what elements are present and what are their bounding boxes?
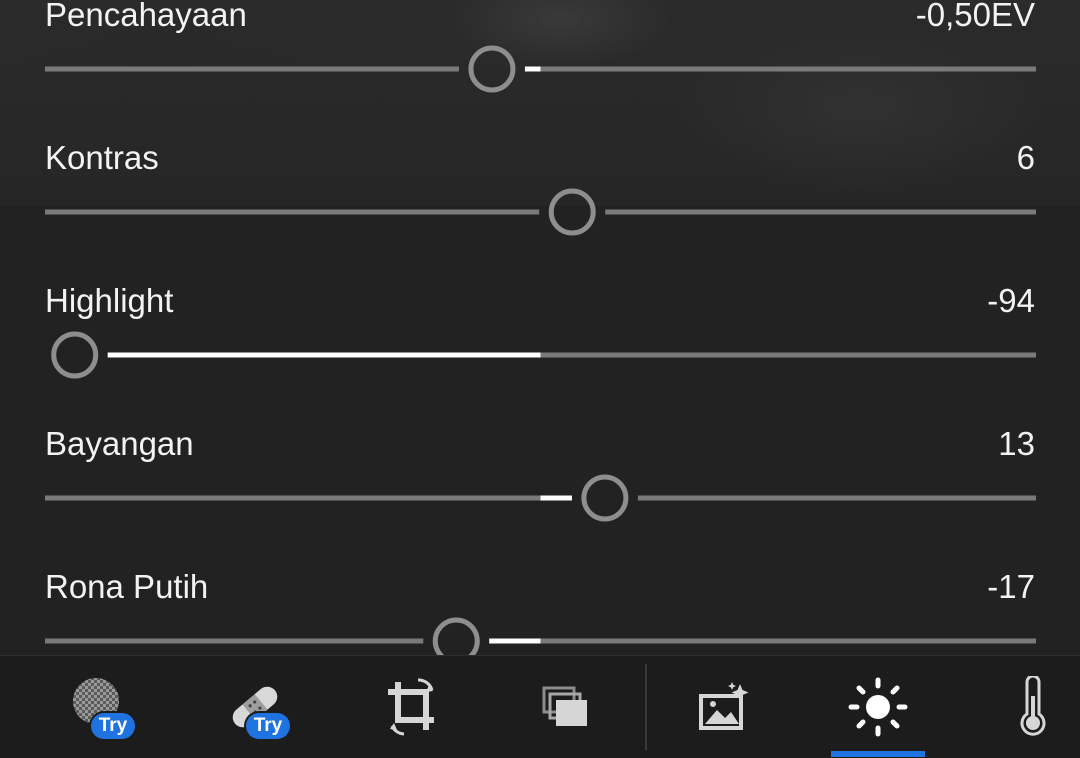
light-sun-icon xyxy=(848,677,908,737)
slider-label: Bayangan xyxy=(45,425,194,462)
try-badge: Try xyxy=(246,713,290,739)
slider-label: Highlight xyxy=(45,282,174,319)
slider-value: -0,50EV xyxy=(915,0,1035,33)
shadows-slider[interactable] xyxy=(45,466,1036,526)
slider-label: Rona Putih xyxy=(45,568,209,605)
slider-graphic xyxy=(45,474,1036,522)
slider-label: Kontras xyxy=(45,139,159,176)
try-badge: Try xyxy=(91,713,135,739)
layers-icon xyxy=(541,685,591,729)
thermometer-icon xyxy=(1013,676,1053,738)
slider-value: -94 xyxy=(987,282,1035,319)
active-tab-indicator xyxy=(831,751,925,757)
bottom-toolbar: Try Try xyxy=(0,655,1080,758)
tool-presets[interactable] xyxy=(511,656,621,758)
slider-knob[interactable] xyxy=(548,188,596,236)
crop-rotate-icon xyxy=(384,676,440,738)
slider-knob[interactable] xyxy=(51,331,99,379)
slider-row-exposure: Pencahayaan -0,50EV xyxy=(0,0,1080,141)
auto-enhance-icon xyxy=(698,682,752,732)
slider-graphic xyxy=(45,188,1036,236)
contrast-slider[interactable] xyxy=(45,180,1036,240)
slider-value: 6 xyxy=(1016,139,1035,176)
tool-healing[interactable]: Try xyxy=(45,656,155,758)
slider-row-shadows: Bayangan 13 xyxy=(0,427,1080,570)
tool-auto[interactable] xyxy=(670,656,780,758)
light-adjustments-panel: Pencahayaan -0,50EV Kontras 6 Highlight … xyxy=(0,0,1080,665)
toolbar-divider xyxy=(645,664,647,750)
slider-row-highlight: Highlight -94 xyxy=(0,284,1080,427)
slider-knob[interactable] xyxy=(468,45,516,93)
tool-bandage[interactable]: Try xyxy=(200,656,310,758)
tool-color[interactable] xyxy=(978,656,1080,758)
highlight-slider[interactable] xyxy=(45,323,1036,383)
slider-row-contrast: Kontras 6 xyxy=(0,141,1080,284)
tool-crop[interactable] xyxy=(357,656,467,758)
slider-value: -17 xyxy=(987,568,1035,605)
slider-value: 13 xyxy=(998,425,1035,462)
exposure-slider[interactable] xyxy=(45,37,1036,97)
slider-graphic xyxy=(51,331,1036,379)
slider-graphic xyxy=(45,45,1036,93)
tool-light[interactable] xyxy=(823,656,933,758)
slider-knob[interactable] xyxy=(581,474,629,522)
slider-label: Pencahayaan xyxy=(45,0,247,33)
